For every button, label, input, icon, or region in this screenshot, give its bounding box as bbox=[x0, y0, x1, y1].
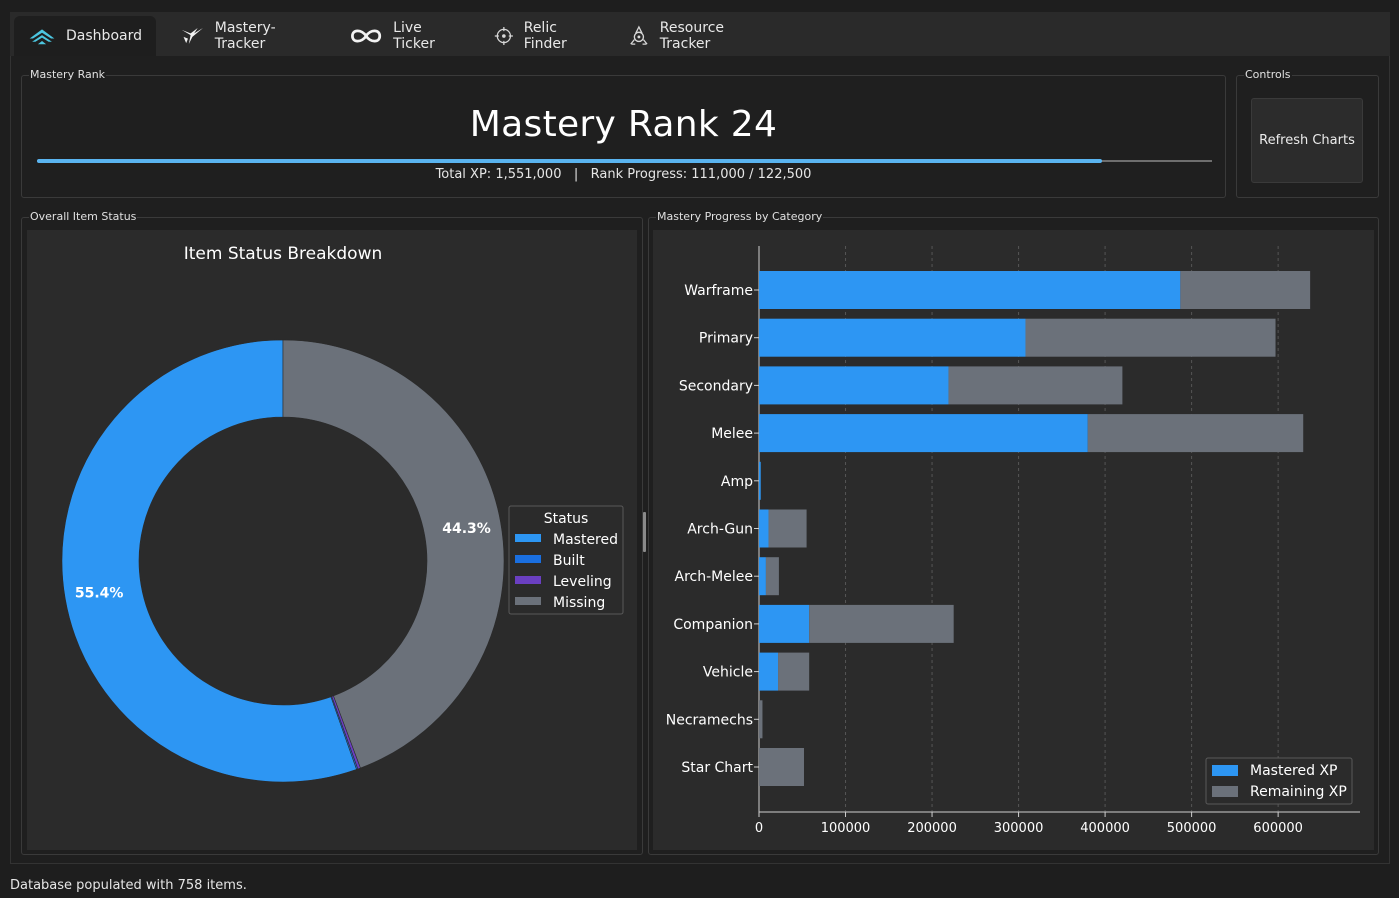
category-label-vehicle: Vehicle bbox=[703, 665, 753, 681]
legend-swatch-built bbox=[515, 555, 541, 563]
legend-label-missing: Missing bbox=[553, 595, 605, 611]
refresh-charts-button[interactable]: Refresh Charts bbox=[1251, 98, 1363, 183]
category-label-warframe: Warframe bbox=[684, 283, 753, 299]
bar-arch-melee-mastered bbox=[759, 557, 766, 596]
bar-companion-remaining bbox=[809, 604, 954, 643]
x-tick-label: 300000 bbox=[994, 821, 1044, 836]
category-label-arch-gun: Arch-Gun bbox=[687, 522, 753, 538]
bar-secondary-mastered bbox=[759, 366, 949, 405]
legend-swatch-leveling bbox=[515, 576, 541, 584]
bar-vehicle-mastered bbox=[759, 652, 779, 691]
legend-label-built: Built bbox=[553, 553, 585, 569]
bar-primary-remaining bbox=[1025, 318, 1276, 357]
category-label-arch-melee: Arch-Melee bbox=[675, 569, 753, 585]
bar-primary-mastered bbox=[759, 318, 1026, 357]
bar-secondary-remaining bbox=[948, 366, 1123, 405]
crosshair-icon bbox=[494, 26, 513, 46]
resource-icon bbox=[630, 25, 648, 45]
category-label-amp: Amp bbox=[721, 474, 753, 490]
x-tick-label: 0 bbox=[755, 821, 763, 836]
bar-chart-svg: 0 100000 200000 300000 400000 500000 600000 War… bbox=[666, 246, 1360, 836]
mastery-sigil-icon bbox=[181, 28, 203, 44]
bar-arch-gun-mastered bbox=[759, 509, 769, 548]
tab-label: Dashboard bbox=[66, 28, 142, 44]
pie-legend: Status Mastered Built Leveling Missing bbox=[508, 505, 624, 615]
chart-title: Item Status Breakdown bbox=[184, 244, 383, 264]
legend-swatch-mastered bbox=[515, 534, 541, 542]
legend-swatch-mastered bbox=[1212, 765, 1238, 776]
bar-warframe-remaining bbox=[1180, 271, 1311, 309]
bar-companion-mastered bbox=[759, 604, 810, 643]
splitter-handle[interactable] bbox=[643, 512, 646, 552]
tab-live-ticker[interactable]: Live Ticker bbox=[335, 16, 471, 56]
bar-vehicle-remaining bbox=[778, 652, 810, 691]
rank-progress-bar bbox=[37, 159, 1212, 163]
legend-swatch-missing bbox=[515, 597, 541, 605]
tab-label: Resource Tracker bbox=[659, 20, 724, 52]
tab-mastery-tracker[interactable]: Mastery-Tracker bbox=[166, 16, 326, 56]
legend-label-mastered: Mastered XP bbox=[1250, 763, 1338, 779]
category-label-star-chart: Star Chart bbox=[681, 760, 753, 776]
bar-legend: Mastered XP Remaining XP bbox=[1205, 757, 1353, 805]
x-tick-label: 600000 bbox=[1253, 821, 1303, 836]
legend-label-remaining: Remaining XP bbox=[1250, 784, 1347, 800]
category-progress-chart: 0 100000 200000 300000 400000 500000 600000 War… bbox=[653, 230, 1374, 850]
category-label-melee: Melee bbox=[711, 426, 753, 442]
legend-label-leveling: Leveling bbox=[553, 574, 612, 590]
tab-relic-finder[interactable]: Relic Finder bbox=[480, 16, 604, 56]
pie-label-mastered: 55.4% bbox=[75, 585, 124, 601]
x-tick-label: 500000 bbox=[1167, 821, 1217, 836]
status-bar-message: Database populated with 758 items. bbox=[10, 878, 247, 893]
tab-label: Live Ticker bbox=[393, 20, 435, 52]
rank-stats: Total XP: 1,551,000 | Rank Progress: 111… bbox=[435, 167, 812, 182]
infinity-icon bbox=[351, 29, 382, 43]
tab-bar: Dashboard Mastery-Tracker Live Ticker Re… bbox=[10, 12, 1390, 57]
item-status-chart: Item Status Breakdown 55.4% 44.3% Status Mas… bbox=[27, 230, 637, 850]
tab-dashboard[interactable]: Dashboard bbox=[14, 16, 156, 56]
bar-melee-remaining bbox=[1087, 414, 1304, 453]
legend-swatch-remaining bbox=[1212, 786, 1238, 797]
group-title: Controls bbox=[1244, 68, 1292, 82]
tab-resource-tracker[interactable]: Resource Tracker bbox=[614, 16, 782, 56]
x-tick-label: 100000 bbox=[821, 821, 871, 836]
warframe-logo-icon bbox=[29, 29, 55, 45]
bar-arch-gun-remaining bbox=[768, 509, 807, 548]
category-label-companion: Companion bbox=[673, 617, 753, 633]
pie-label-missing: 44.3% bbox=[442, 521, 491, 537]
bar-arch-melee-remaining bbox=[765, 557, 779, 596]
bar-amp-mastered bbox=[759, 461, 761, 500]
category-label-necramechs: Necramechs bbox=[666, 712, 753, 728]
mastery-rank-title: Mastery Rank 24 bbox=[469, 104, 778, 145]
group-title: Overall Item Status bbox=[29, 210, 138, 224]
x-tick-label: 200000 bbox=[907, 821, 957, 836]
category-label-primary: Primary bbox=[699, 331, 753, 347]
group-title: Mastery Progress by Category bbox=[656, 210, 824, 224]
category-label-secondary: Secondary bbox=[679, 378, 753, 394]
tab-label: Mastery-Tracker bbox=[214, 20, 276, 52]
rank-progress-fill bbox=[37, 159, 1102, 163]
x-tick-label: 400000 bbox=[1080, 821, 1130, 836]
bar-necramechs-remaining bbox=[759, 700, 763, 739]
bar-melee-mastered bbox=[759, 414, 1088, 453]
tab-label: Relic Finder bbox=[523, 20, 567, 52]
donut-chart-svg: Item Status Breakdown 55.4% 44.3% Status Mas… bbox=[61, 244, 624, 783]
legend-title: Status bbox=[544, 511, 589, 527]
legend-label-mastered: Mastered bbox=[553, 532, 618, 548]
bar-warframe-mastered bbox=[759, 271, 1181, 309]
bar-star-chart-remaining bbox=[759, 748, 804, 786]
